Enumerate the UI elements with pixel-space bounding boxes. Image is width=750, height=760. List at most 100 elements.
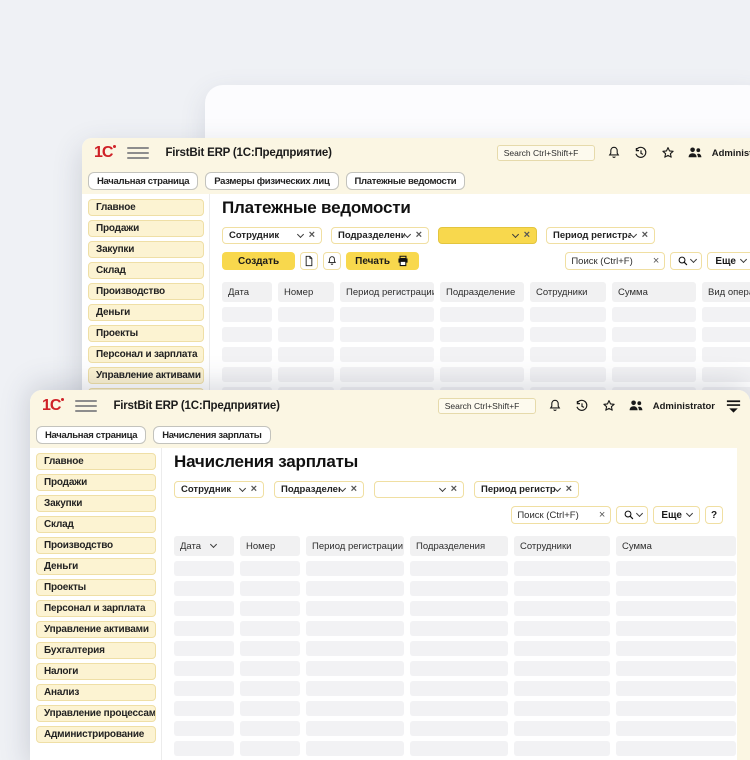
titlebar: 1С FirstBit ERP (1С:Предприятие) Adminis… [30, 390, 750, 422]
table-search-input[interactable] [517, 510, 593, 521]
column-label: Дата [228, 287, 249, 298]
column-header[interactable]: Сумма [612, 282, 696, 302]
column-header[interactable]: Вид операции [702, 282, 750, 302]
filter-dropdown[interactable]: Период регистрации × [546, 227, 655, 244]
sidebar-item[interactable]: Производство [88, 283, 204, 300]
sidebar-item[interactable]: Главное [88, 199, 204, 216]
table-skeleton-cell [306, 721, 404, 736]
clear-search-icon[interactable]: × [653, 256, 659, 267]
clear-icon[interactable]: × [416, 230, 422, 241]
sidebar-item[interactable]: Управление активами [36, 621, 156, 638]
sidebar-item[interactable]: Налоги [36, 663, 156, 680]
notifications-bell-icon[interactable] [606, 145, 622, 161]
reminder-bell-icon-button[interactable] [323, 252, 341, 270]
filter-dropdown[interactable]: × [374, 481, 464, 498]
clear-icon[interactable]: × [351, 484, 357, 495]
sidebar-item[interactable]: Проекты [88, 325, 204, 342]
clear-icon[interactable]: × [251, 484, 257, 495]
sidebar-item[interactable]: Склад [88, 262, 204, 279]
filter-dropdown[interactable]: Подразделение × [274, 481, 364, 498]
table-header: Дата Номер Период регистрации [174, 536, 723, 556]
sidebar-item[interactable]: Персонал и зарплата [36, 600, 156, 617]
clear-icon[interactable]: × [524, 230, 530, 241]
table-search-input[interactable] [571, 256, 647, 267]
table-skeleton-cell [240, 601, 300, 616]
history-icon[interactable] [633, 145, 649, 161]
column-header[interactable]: Номер [240, 536, 300, 556]
table-skeleton-cell [240, 641, 300, 656]
filter-dropdown[interactable]: Сотрудник × [174, 481, 264, 498]
sidebar-item[interactable]: Управление процессами [36, 705, 156, 722]
filter-dropdown[interactable]: Подразделение × [331, 227, 429, 244]
sidebar-item[interactable]: Закупки [36, 495, 156, 512]
column-header[interactable]: Сотрудники [514, 536, 610, 556]
column-header[interactable]: Сумма [616, 536, 736, 556]
column-header[interactable]: Период регистрации [306, 536, 404, 556]
clear-icon[interactable]: × [642, 230, 648, 241]
sidebar-item[interactable]: Деньги [36, 558, 156, 575]
sidebar-item[interactable]: Администрирование [36, 726, 156, 743]
column-header[interactable]: Подразделение [440, 282, 524, 302]
sidebar-item-label: Бухгалтерия [44, 645, 105, 656]
sidebar-item[interactable]: Закупки [88, 241, 204, 258]
tab[interactable]: Начисления зарплаты [153, 426, 270, 444]
advanced-search-button[interactable] [670, 252, 702, 270]
user-menu[interactable]: Administrator [712, 148, 750, 159]
user-menu[interactable]: Administrator [653, 401, 715, 412]
more-button[interactable]: Еще [653, 506, 700, 524]
sidebar-item[interactable]: Производство [36, 537, 156, 554]
favorites-star-icon[interactable] [601, 398, 617, 414]
notifications-bell-icon[interactable] [547, 398, 563, 414]
users-icon[interactable] [628, 398, 644, 414]
advanced-search-button[interactable] [616, 506, 648, 524]
print-button[interactable]: Печать [346, 252, 419, 270]
sidebar-item[interactable]: Управление активами [88, 367, 204, 384]
column-header[interactable]: Сотрудники [530, 282, 606, 302]
filter-dropdown[interactable]: Сотрудник × [222, 227, 322, 244]
sidebar-item[interactable]: Деньги [88, 304, 204, 321]
global-search-input[interactable] [438, 398, 536, 414]
favorites-star-icon[interactable] [660, 145, 676, 161]
tab[interactable]: Начальная страница [88, 172, 198, 190]
clear-icon[interactable]: × [566, 484, 572, 495]
tab[interactable]: Начальная страница [36, 426, 146, 444]
help-button[interactable]: ? [705, 506, 723, 524]
column-header[interactable]: Период регистрации [340, 282, 434, 302]
users-icon[interactable] [687, 145, 703, 161]
more-label: Еще [715, 256, 736, 267]
filter-dropdown[interactable]: × [438, 227, 537, 244]
sidebar-item[interactable]: Персонал и зарплата [88, 346, 204, 363]
clear-icon[interactable]: × [451, 484, 457, 495]
column-header[interactable]: Дата [174, 536, 234, 556]
sidebar-item[interactable]: Главное [36, 453, 156, 470]
sidebar-item[interactable]: Склад [36, 516, 156, 533]
more-button[interactable]: Еще [707, 252, 750, 270]
column-header[interactable]: Номер [278, 282, 334, 302]
global-search-input[interactable] [497, 145, 595, 161]
sidebar-item[interactable]: Продажи [88, 220, 204, 237]
table-skeleton-cell [222, 307, 272, 322]
column-header[interactable]: Подразделения [410, 536, 508, 556]
table-skeleton-cell [306, 561, 404, 576]
sidebar-item[interactable]: Бухгалтерия [36, 642, 156, 659]
history-icon[interactable] [574, 398, 590, 414]
column-header[interactable]: Дата [222, 282, 272, 302]
sidebar-item[interactable]: Проекты [36, 579, 156, 596]
tab[interactable]: Размеры физических лиц [205, 172, 338, 190]
tab[interactable]: Платежные ведомости [346, 172, 466, 190]
table-skeleton-cell [340, 347, 434, 362]
main-menu-icon[interactable] [725, 398, 742, 414]
create-button[interactable]: Создать [222, 252, 295, 270]
sidebar-item[interactable]: Продажи [36, 474, 156, 491]
new-document-icon-button[interactable] [300, 252, 318, 270]
hamburger-menu-icon[interactable] [75, 400, 97, 412]
filter-dropdown[interactable]: Период регистрации × [474, 481, 579, 498]
clear-search-icon[interactable]: × [599, 510, 605, 521]
sidebar-item[interactable]: Анализ [36, 684, 156, 701]
tab-label: Начисления зарплаты [162, 430, 261, 441]
hamburger-menu-icon[interactable] [127, 147, 149, 159]
clear-icon[interactable]: × [309, 230, 315, 241]
table-skeleton-cell [440, 367, 524, 382]
table-skeleton-cell [612, 327, 696, 342]
table-skeleton-cell [278, 367, 334, 382]
